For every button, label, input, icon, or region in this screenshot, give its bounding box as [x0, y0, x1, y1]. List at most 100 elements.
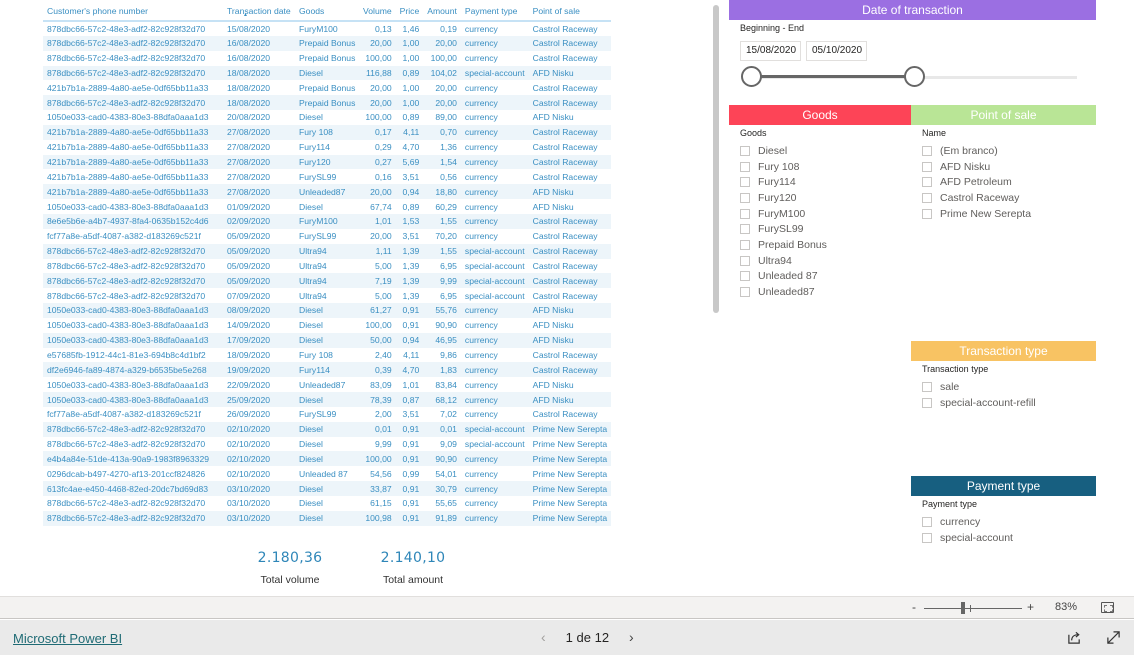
zoom-slider-track[interactable] — [924, 608, 1022, 609]
checkbox[interactable] — [922, 397, 932, 408]
checkbox[interactable] — [740, 145, 750, 156]
column-header-volume[interactable]: Volume — [359, 3, 396, 22]
column-header-goods[interactable]: Goods — [295, 3, 359, 22]
table-row[interactable]: df2e6946-fa89-4874-a329-b6535be5e268 19/0… — [43, 362, 612, 378]
zoom-in-button[interactable]: + — [1027, 600, 1034, 614]
cell-price: 0,94 — [395, 184, 424, 200]
goods-slicer-option[interactable]: Fury120 — [740, 190, 827, 206]
point-of-sale-slicer-option[interactable]: AFD Petroleum — [922, 174, 1031, 190]
end-date-input[interactable]: 05/10/2020 — [806, 41, 867, 61]
date-range-start-handle[interactable] — [741, 66, 762, 87]
table-row[interactable]: 0296dcab-b497-4270-af13-201ccf824826 02/1… — [43, 466, 611, 481]
goods-slicer-option[interactable]: FurySL99 — [740, 221, 827, 237]
point-of-sale-slicer-option[interactable]: (Em branco) — [922, 143, 1031, 159]
table-row[interactable]: 878dbc66-57c2-48e3-adf2-82c928f32d70 18/0… — [43, 65, 612, 81]
table-row[interactable]: 1050e033-cad0-4383-80e3-88dfa0aaa1d3 20/0… — [43, 110, 611, 125]
table-row[interactable]: 8e6e5b6e-a4b7-4937-8fa4-0635b152c4d6 02/0… — [43, 213, 612, 229]
table-row[interactable]: 878dbc66-57c2-48e3-adf2-82c928f32d70 02/1… — [43, 421, 612, 437]
table-row[interactable]: 1050e033-cad0-4383-80e3-88dfa0aaa1d3 14/0… — [43, 318, 611, 333]
table-row[interactable]: 613fc4ae-e450-4468-82ed-20dc7bd69d83 03/1… — [43, 481, 612, 496]
table-row[interactable]: 1050e033-cad0-4383-80e3-88dfa0aaa1d3 17/0… — [43, 332, 612, 348]
point-of-sale-slicer-option[interactable]: Castrol Raceway — [922, 190, 1031, 206]
table-row[interactable]: 878dbc66-57c2-48e3-adf2-82c928f32d70 05/0… — [43, 273, 612, 289]
goods-slicer-option[interactable]: Fury 108 — [740, 159, 827, 175]
start-date-input[interactable]: 15/08/2020 — [740, 41, 801, 61]
goods-slicer-option[interactable]: Ultra94 — [740, 253, 827, 269]
table-row[interactable]: fcf77a8e-a5df-4087-a382-d183269c521f 26/0… — [43, 407, 611, 422]
table-row[interactable]: 1050e033-cad0-4383-80e3-88dfa0aaa1d3 08/0… — [43, 303, 612, 318]
column-header-payment-type[interactable]: Payment type — [460, 3, 529, 22]
goods-slicer-option[interactable]: Prepaid Bonus — [740, 237, 827, 253]
checkbox[interactable] — [740, 239, 750, 250]
fit-to-page-icon[interactable] — [1101, 602, 1114, 613]
checkbox[interactable] — [922, 532, 932, 543]
cell-amount: 90,90 — [435, 320, 457, 331]
checkbox[interactable] — [922, 145, 932, 156]
table-scrollbar[interactable] — [713, 5, 719, 313]
table-row[interactable]: 1050e033-cad0-4383-80e3-88dfa0aaa1d3 22/0… — [43, 377, 611, 392]
cell-point-of-sale: AFD Nisku — [532, 379, 574, 390]
table-row[interactable]: 421b7b1a-2889-4a80-ae5e-0df65bb11a33 27/0… — [43, 169, 611, 184]
goods-slicer-option[interactable]: Unleaded87 — [740, 284, 827, 300]
fullscreen-icon[interactable] — [1106, 630, 1121, 645]
checkbox[interactable] — [740, 161, 750, 172]
column-header-amount[interactable]: Amount — [423, 3, 461, 22]
checkbox[interactable] — [740, 287, 750, 298]
previous-page-button[interactable]: ‹ — [535, 629, 552, 645]
table-row[interactable]: 421b7b1a-2889-4a80-ae5e-0df65bb11a33 18/0… — [43, 80, 611, 95]
checkbox[interactable] — [740, 208, 750, 219]
checkbox[interactable] — [922, 177, 932, 188]
next-page-button[interactable]: › — [623, 629, 640, 645]
date-range-end-handle[interactable] — [903, 66, 925, 87]
goods-slicer-option[interactable]: Diesel — [740, 143, 827, 159]
table-row[interactable]: 878dbc66-57c2-48e3-adf2-82c928f32d70 05/0… — [43, 259, 611, 274]
table-row[interactable]: 421b7b1a-2889-4a80-ae5e-0df65bb11a33 27/0… — [43, 154, 612, 170]
power-bi-link[interactable]: Microsoft Power BI — [13, 631, 122, 646]
table-row[interactable]: 878dbc66-57c2-48e3-adf2-82c928f32d70 15/0… — [43, 21, 611, 36]
checkbox[interactable] — [740, 271, 750, 282]
column-header-phone[interactable]: Customer's phone number — [43, 3, 223, 22]
transaction-type-slicer-option[interactable]: sale — [922, 379, 1036, 395]
checkbox[interactable] — [740, 192, 750, 203]
zoom-slider-handle[interactable] — [961, 602, 966, 614]
table-row[interactable]: 878dbc66-57c2-48e3-adf2-82c928f32d70 03/1… — [43, 510, 612, 526]
table-row[interactable]: 421b7b1a-2889-4a80-ae5e-0df65bb11a33 27/0… — [43, 140, 611, 155]
checkbox[interactable] — [740, 255, 750, 266]
checkbox[interactable] — [922, 208, 932, 219]
table-row[interactable]: fcf77a8e-a5df-4087-a382-d183269c521f 05/0… — [43, 229, 611, 244]
transaction-type-slicer-option[interactable]: special-account-refill — [922, 395, 1036, 411]
table-row[interactable]: 421b7b1a-2889-4a80-ae5e-0df65bb11a33 27/0… — [43, 124, 612, 140]
checkbox[interactable] — [922, 192, 932, 203]
goods-slicer-option[interactable]: Fury114 — [740, 174, 827, 190]
checkbox[interactable] — [740, 177, 750, 188]
column-header-price[interactable]: Price — [395, 3, 424, 22]
table-row[interactable]: 878dbc66-57c2-48e3-adf2-82c928f32d70 03/1… — [43, 496, 611, 511]
table-row[interactable]: 1050e033-cad0-4383-80e3-88dfa0aaa1d3 01/0… — [43, 199, 611, 214]
goods-slicer-option[interactable]: Unleaded 87 — [740, 269, 827, 285]
table-row[interactable]: e57685fb-1912-44c1-81e3-694b8c4d1bf2 18/0… — [43, 348, 611, 363]
zoom-out-button[interactable]: - — [912, 600, 916, 614]
payment-type-slicer-option[interactable]: currency — [922, 514, 1013, 530]
payment-type-slicer-option[interactable]: special-account — [922, 530, 1013, 546]
goods-slicer-option[interactable]: FuryM100 — [740, 206, 827, 222]
point-of-sale-slicer-option[interactable]: Prime New Serepta — [922, 206, 1031, 222]
cell-goods: Diesel — [295, 303, 359, 318]
checkbox[interactable] — [922, 161, 932, 172]
checkbox[interactable] — [922, 516, 932, 527]
checkbox[interactable] — [922, 381, 932, 392]
table-row[interactable]: 878dbc66-57c2-48e3-adf2-82c928f32d70 16/0… — [43, 35, 612, 51]
table-row[interactable]: 421b7b1a-2889-4a80-ae5e-0df65bb11a33 27/0… — [43, 184, 612, 200]
share-icon[interactable] — [1067, 630, 1082, 645]
point-of-sale-slicer-option[interactable]: AFD Nisku — [922, 159, 1031, 175]
checkbox[interactable] — [740, 224, 750, 235]
table-row[interactable]: 878dbc66-57c2-48e3-adf2-82c928f32d70 05/0… — [43, 243, 612, 259]
table-row[interactable]: 878dbc66-57c2-48e3-adf2-82c928f32d70 18/0… — [43, 95, 612, 111]
column-header-date[interactable]: Transaction date ▲ — [223, 3, 295, 22]
column-header-point-of-sale[interactable]: Point of sale — [528, 3, 612, 22]
table-row[interactable]: 878dbc66-57c2-48e3-adf2-82c928f32d70 07/0… — [43, 288, 611, 303]
table-row[interactable]: 1050e033-cad0-4383-80e3-88dfa0aaa1d3 25/0… — [43, 392, 612, 407]
table-row[interactable]: 878dbc66-57c2-48e3-adf2-82c928f32d70 02/1… — [43, 437, 611, 452]
table-row[interactable]: 878dbc66-57c2-48e3-adf2-82c928f32d70 16/0… — [43, 51, 611, 66]
cell-date: 19/09/2020 — [223, 362, 295, 378]
table-row[interactable]: e4b4a84e-51de-413a-90a9-1983f8963329 02/1… — [43, 451, 612, 467]
